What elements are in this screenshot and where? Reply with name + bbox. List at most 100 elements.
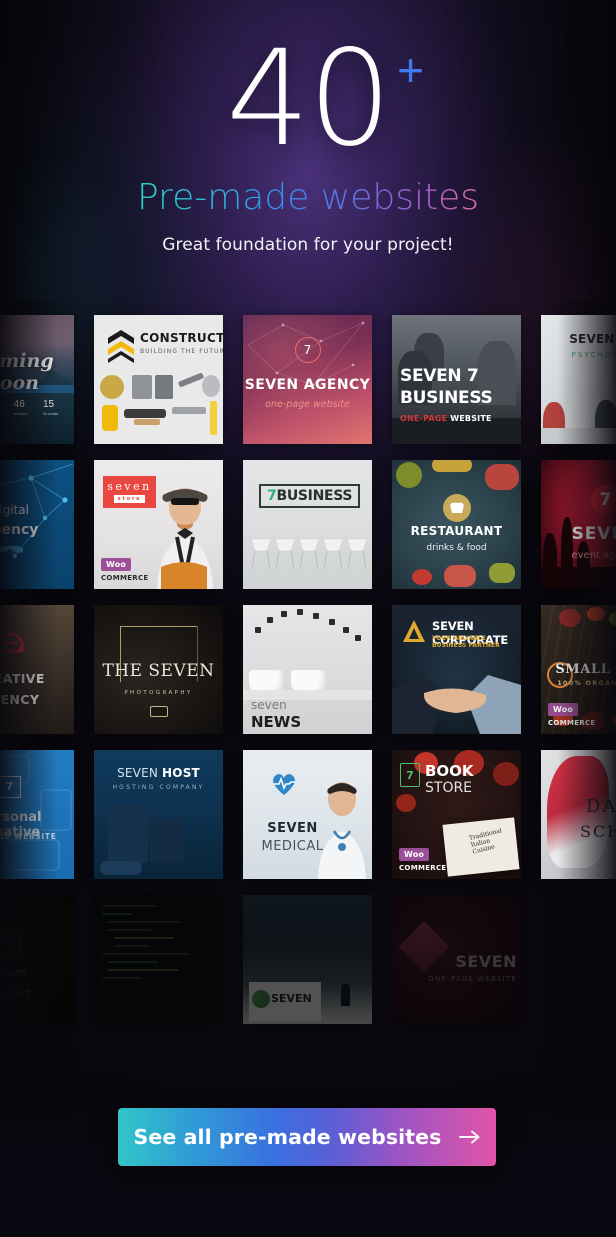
product-title: Seven	[0, 966, 27, 980]
news-title-light: seven	[251, 697, 287, 712]
creative-title2: AGENCY	[0, 691, 40, 707]
thumbnail-seven-agency[interactable]: 7 SEVEN AGENCY one-page website	[243, 315, 372, 444]
chef-hat-icon	[442, 493, 471, 522]
commerce-tag: COMMERCE	[399, 864, 447, 872]
thumbnail-seven-product[interactable]: 7 Seven Product	[0, 895, 74, 1024]
photo-title: THE SEVEN	[102, 660, 215, 681]
open-book-photo: Traditional Italian Cuisine	[442, 817, 520, 877]
event-subtitle: event agency	[571, 550, 616, 562]
countdown-value: 46	[13, 399, 25, 411]
arrow-right-icon	[458, 1130, 481, 1144]
leaf-icon	[252, 990, 270, 1008]
moustache-icon	[0, 545, 25, 554]
thumbnail-seven-code[interactable]	[94, 895, 223, 1024]
psy-subtitle: PSYCHOLOGY	[571, 351, 616, 360]
thumbnail-the-seven-photography[interactable]: THE SEVEN PHOTOGRAPHY	[94, 605, 223, 734]
heartbeat-icon	[271, 772, 297, 796]
seven-creative-logo: Seven Creative	[0, 631, 27, 661]
server-rack-2	[150, 819, 184, 863]
digital-title-light: Digital	[0, 502, 29, 517]
agency-subtitle: one-page website	[265, 399, 350, 411]
commerce-tag: COMMERCE	[101, 574, 149, 582]
book-seven-icon: 7	[400, 763, 420, 787]
thumbnail-seven-medical[interactable]: SEVEN MEDICAL	[243, 750, 372, 879]
thumbnail-digital-agency[interactable]: Digital Agency	[0, 460, 74, 589]
store-title: seven	[107, 480, 152, 493]
count-number: 40	[226, 22, 392, 176]
construction-subtitle: BUILDING THE FUTURE	[140, 348, 223, 355]
restaurant-title: RESTAURANT	[410, 523, 503, 538]
host-title: SEVEN HOST	[117, 765, 200, 780]
woocommerce-badge: Woo COMMERCE	[101, 554, 149, 582]
digital-title-bold: Agency	[0, 521, 39, 538]
doctor-photo	[312, 779, 372, 879]
thumbnail-7business[interactable]: 7BUSINESS	[243, 460, 372, 589]
cta-label: See all pre-made websites	[133, 1125, 442, 1149]
thumbnail-coming-soon[interactable]: Coming Soon 70Days 01Hours 46Minutes 15S…	[0, 315, 74, 444]
photo-subtitle: PHOTOGRAPHY	[124, 690, 193, 697]
hero-section: 40 + Pre-made websites Great foundation …	[0, 0, 616, 255]
count-wrapper: 40 +	[226, 22, 424, 176]
tools-collage	[98, 371, 220, 441]
countdown: 70Days 01Hours 46Minutes 15Seconds	[13, 399, 59, 417]
construction-title: CONSTRUCTION	[140, 331, 223, 345]
see-all-premade-websites-button[interactable]: See all pre-made websites	[118, 1108, 496, 1166]
chevron-stack-icon	[107, 329, 135, 363]
business-title2: BUSINESS	[400, 387, 493, 408]
coming-soon-title: Coming Soon	[0, 350, 54, 394]
woocommerce-badge: Woo COMMERCE	[548, 699, 596, 727]
thumbnail-small-store[interactable]: SMALL STORE 100% ORGANIC SNACKS Woo COMM…	[541, 605, 616, 734]
people-group	[541, 369, 616, 444]
square-seven-icon: 7	[0, 933, 20, 956]
triangle-mark-icon	[401, 618, 427, 644]
thumbnail-seven-event[interactable]: 7 SEVEN event agency	[541, 460, 616, 589]
thumbnail-seven-store[interactable]: seven store Woo COMMERCE	[94, 460, 223, 589]
7business-logo: 7BUSINESS	[259, 484, 361, 508]
coffee-cups	[243, 639, 372, 700]
thumbnail-creative-agency[interactable]: Seven Creative CREATIVE AGENCY	[0, 605, 74, 734]
thumbnail-seven-last[interactable]: SEVEN ONE-PAGE WEBSITE	[392, 895, 521, 1024]
corporate-subtitle: YOUR RELIABLE BUSINESS PARTNER	[432, 635, 500, 649]
last-subtitle: ONE-PAGE WEBSITE	[428, 974, 517, 983]
woo-tag: Woo	[548, 703, 579, 716]
thumb-art	[0, 895, 74, 1024]
agency-title: SEVEN AGENCY	[244, 376, 371, 393]
thumbnail-seven-news[interactable]: seven NEWS	[243, 605, 372, 734]
thumbnail-seven-travel[interactable]: SEVEN	[243, 895, 372, 1024]
thumbnail-construction[interactable]: CONSTRUCTION BUILDING THE FUTURE	[94, 315, 223, 444]
thumbnail-seven-host[interactable]: SEVEN HOST HOSTING COMPANY	[94, 750, 223, 879]
book-title2: STORE	[425, 780, 473, 796]
thumbnail-seven-dance[interactable]: SEVEN DANCE SCHOOL	[541, 750, 616, 879]
book-cover-title: Traditional Italian Cuisine	[468, 827, 503, 857]
svg-text:Seven: Seven	[1, 641, 19, 647]
cloud-shape	[100, 861, 142, 875]
product-title2: Product	[0, 986, 31, 1000]
travel-card: SEVEN	[249, 982, 321, 1022]
thumbnail-seven-restaurant[interactable]: RESTAURANT drinks & food	[392, 460, 521, 589]
thumbnail-seven-business[interactable]: SEVEN 7 BUSINESS ONE-PAGE WEBSITE	[392, 315, 521, 444]
floating-icons	[251, 609, 364, 641]
event-title: SEVEN	[571, 523, 616, 544]
thumbnail-personal-creative[interactable]: 7 Personal Creative ONE-PAGE WEBSITE	[0, 750, 74, 879]
thumbnail-book-store[interactable]: 7 BOOK STORE Traditional Italian Cuisine…	[392, 750, 521, 879]
plus-sign: +	[397, 44, 424, 96]
page-tagline: Great foundation for your project!	[162, 235, 454, 255]
woo-tag: Woo	[399, 848, 430, 861]
small-store-title: SMALL STORE	[555, 662, 616, 678]
psy-title: SEVEN PSY	[569, 332, 615, 347]
thumbnail-seven-psy[interactable]: SEVEN PSY PSYCHOLOGY	[541, 315, 616, 444]
business-subtitle: ONE-PAGE WEBSITE	[400, 414, 492, 424]
countdown-value: 15	[42, 399, 55, 411]
creative-title: CREATIVE	[0, 671, 45, 687]
person-silhouette	[341, 984, 350, 1006]
woocommerce-badge: Woo COMMERCE	[399, 844, 447, 872]
host-subtitle: HOSTING COMPANY	[112, 783, 205, 791]
camera-badge-icon	[149, 705, 168, 717]
handshake-photo	[392, 659, 521, 734]
premade-websites-grid: Coming Soon 70Days 01Hours 46Minutes 15S…	[0, 315, 616, 1024]
page-title: Pre-made websites	[136, 177, 480, 218]
book-title: BOOK	[425, 762, 474, 780]
restaurant-subtitle: drinks & food	[426, 542, 487, 553]
woo-tag: Woo	[101, 558, 132, 571]
thumbnail-seven-corporate[interactable]: SEVEN CORPORATE YOUR RELIABLE BUSINESS P…	[392, 605, 521, 734]
